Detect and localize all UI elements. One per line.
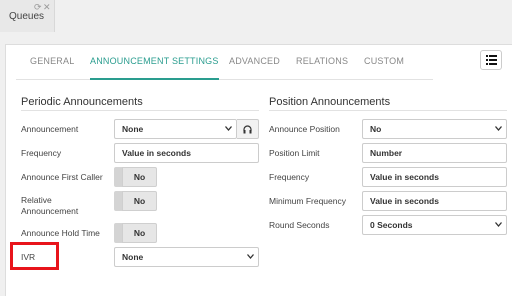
position-limit-input[interactable]: Number [362, 143, 507, 163]
settings-tabs: GENERAL ANNOUNCEMENT SETTINGS ADVANCED R… [16, 45, 433, 80]
frequency-label: Frequency [21, 148, 62, 158]
section-divider [269, 110, 507, 111]
toggle-track [114, 191, 122, 211]
tab-announcement-settings[interactable]: ANNOUNCEMENT SETTINGS [90, 45, 219, 80]
ivr-value: None [122, 252, 144, 262]
chevron-down-icon [495, 126, 502, 131]
toggle-track [114, 167, 122, 187]
announce-hold-time-toggle[interactable]: No [114, 223, 157, 243]
toggle-value: No [122, 223, 157, 243]
menu-button[interactable] [480, 50, 502, 70]
frequency-input[interactable]: Value in seconds [114, 143, 259, 163]
list-icon [486, 55, 497, 65]
chevron-down-icon [495, 222, 502, 227]
window-tab-queues[interactable]: ⟳ ✕ Queues [0, 0, 55, 32]
announcement-label: Announcement [21, 124, 79, 134]
tab-general[interactable]: GENERAL [30, 45, 74, 80]
announce-position-select[interactable]: No [362, 119, 507, 139]
tab-advanced[interactable]: ADVANCED [229, 45, 280, 80]
play-announcement-button[interactable] [237, 119, 259, 139]
window-tab-title: Queues [9, 11, 45, 22]
relative-announcement-toggle[interactable]: No [114, 191, 157, 211]
headphones-icon [243, 125, 252, 134]
toggle-value: No [122, 191, 157, 211]
position-announcements-title: Position Announcements [269, 96, 391, 108]
round-seconds-label: Round Seconds [269, 220, 330, 230]
chevron-down-icon [225, 126, 232, 131]
ivr-select[interactable]: None [114, 247, 259, 267]
announce-first-caller-label: Announce First Caller [21, 172, 103, 182]
toggle-track [114, 223, 122, 243]
position-limit-label: Position Limit [269, 148, 320, 158]
close-icon[interactable]: ✕ [43, 2, 51, 12]
tab-relations[interactable]: RELATIONS [296, 45, 348, 80]
tab-custom[interactable]: CUSTOM [364, 45, 404, 80]
section-divider [21, 110, 259, 111]
minimum-frequency-label: Minimum Frequency [269, 196, 346, 206]
announce-hold-time-label: Announce Hold Time [21, 228, 100, 238]
announce-position-value: No [370, 124, 382, 134]
position-frequency-label: Frequency [269, 172, 310, 182]
announce-position-label: Announce Position [269, 124, 340, 134]
announcement-select[interactable]: None [114, 119, 237, 139]
relative-announcement-label: Relative Announcement [21, 195, 79, 216]
minimum-frequency-input[interactable]: Value in seconds [362, 191, 507, 211]
round-seconds-select[interactable]: 0 Seconds [362, 215, 507, 235]
announcement-value: None [122, 124, 144, 134]
chevron-down-icon [247, 254, 254, 259]
ivr-highlight-box [10, 242, 59, 270]
round-seconds-value: 0 Seconds [370, 220, 413, 230]
queue-settings-panel: GENERAL ANNOUNCEMENT SETTINGS ADVANCED R… [5, 44, 512, 296]
announce-first-caller-toggle[interactable]: No [114, 167, 157, 187]
window-tab-strip: ⟳ ✕ Queues [0, 0, 512, 44]
periodic-announcements-title: Periodic Announcements [21, 96, 143, 108]
position-frequency-input[interactable]: Value in seconds [362, 167, 507, 187]
toggle-value: No [122, 167, 157, 187]
